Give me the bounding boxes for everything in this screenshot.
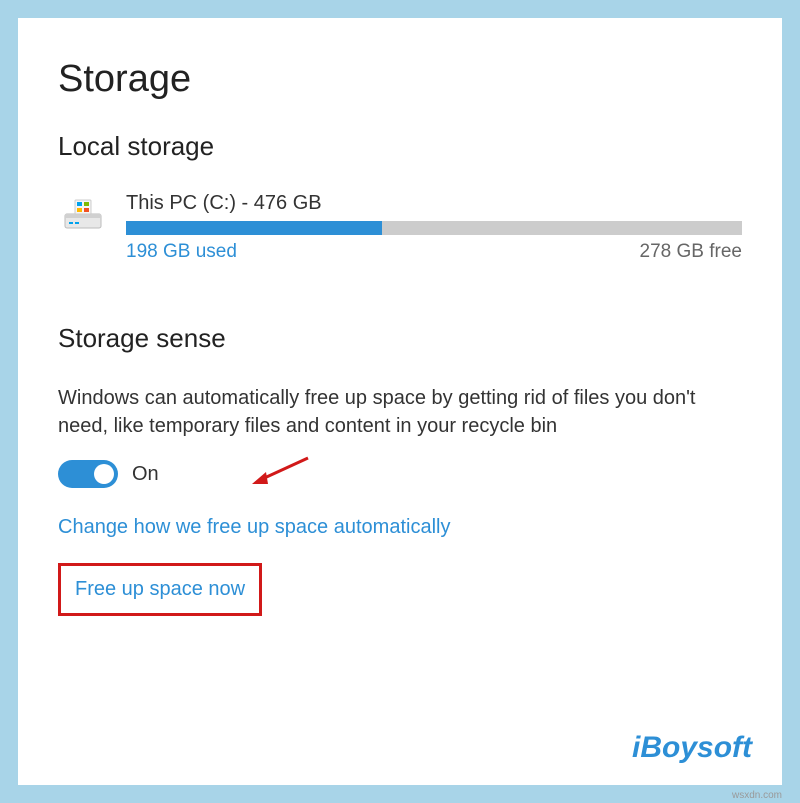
annotation-arrow-icon (248, 450, 318, 490)
footer-url: wsxdn.com (732, 790, 782, 801)
local-storage-heading: Local storage (58, 131, 742, 162)
drive-name: This PC (C:) - 476 GB (126, 192, 742, 215)
watermark: iBoysoft (632, 731, 752, 765)
storage-sense-description: Windows can automatically free up space … (58, 384, 742, 440)
drive-row[interactable]: This PC (C:) - 476 GB 198 GB used 278 GB… (58, 192, 742, 263)
storage-sense-heading: Storage sense (58, 323, 742, 354)
storage-sense-toggle[interactable] (58, 460, 118, 488)
free-up-now-link[interactable]: Free up space now (75, 578, 245, 601)
annotation-highlight-box: Free up space now (58, 563, 262, 616)
storage-settings-panel: Storage Local storage This PC (C:) - 476… (18, 18, 782, 785)
used-label: 198 GB used (126, 241, 237, 263)
drive-icon (58, 192, 108, 236)
free-label: 278 GB free (640, 241, 742, 263)
usage-bar (126, 221, 742, 235)
change-auto-link[interactable]: Change how we free up space automaticall… (58, 516, 450, 539)
drive-info: This PC (C:) - 476 GB 198 GB used 278 GB… (126, 192, 742, 263)
toggle-state-label: On (132, 463, 159, 486)
storage-sense-toggle-row: On (58, 460, 742, 488)
usage-labels: 198 GB used 278 GB free (126, 241, 742, 263)
usage-bar-fill (126, 221, 382, 235)
toggle-knob (94, 464, 114, 484)
page-title: Storage (58, 58, 742, 101)
